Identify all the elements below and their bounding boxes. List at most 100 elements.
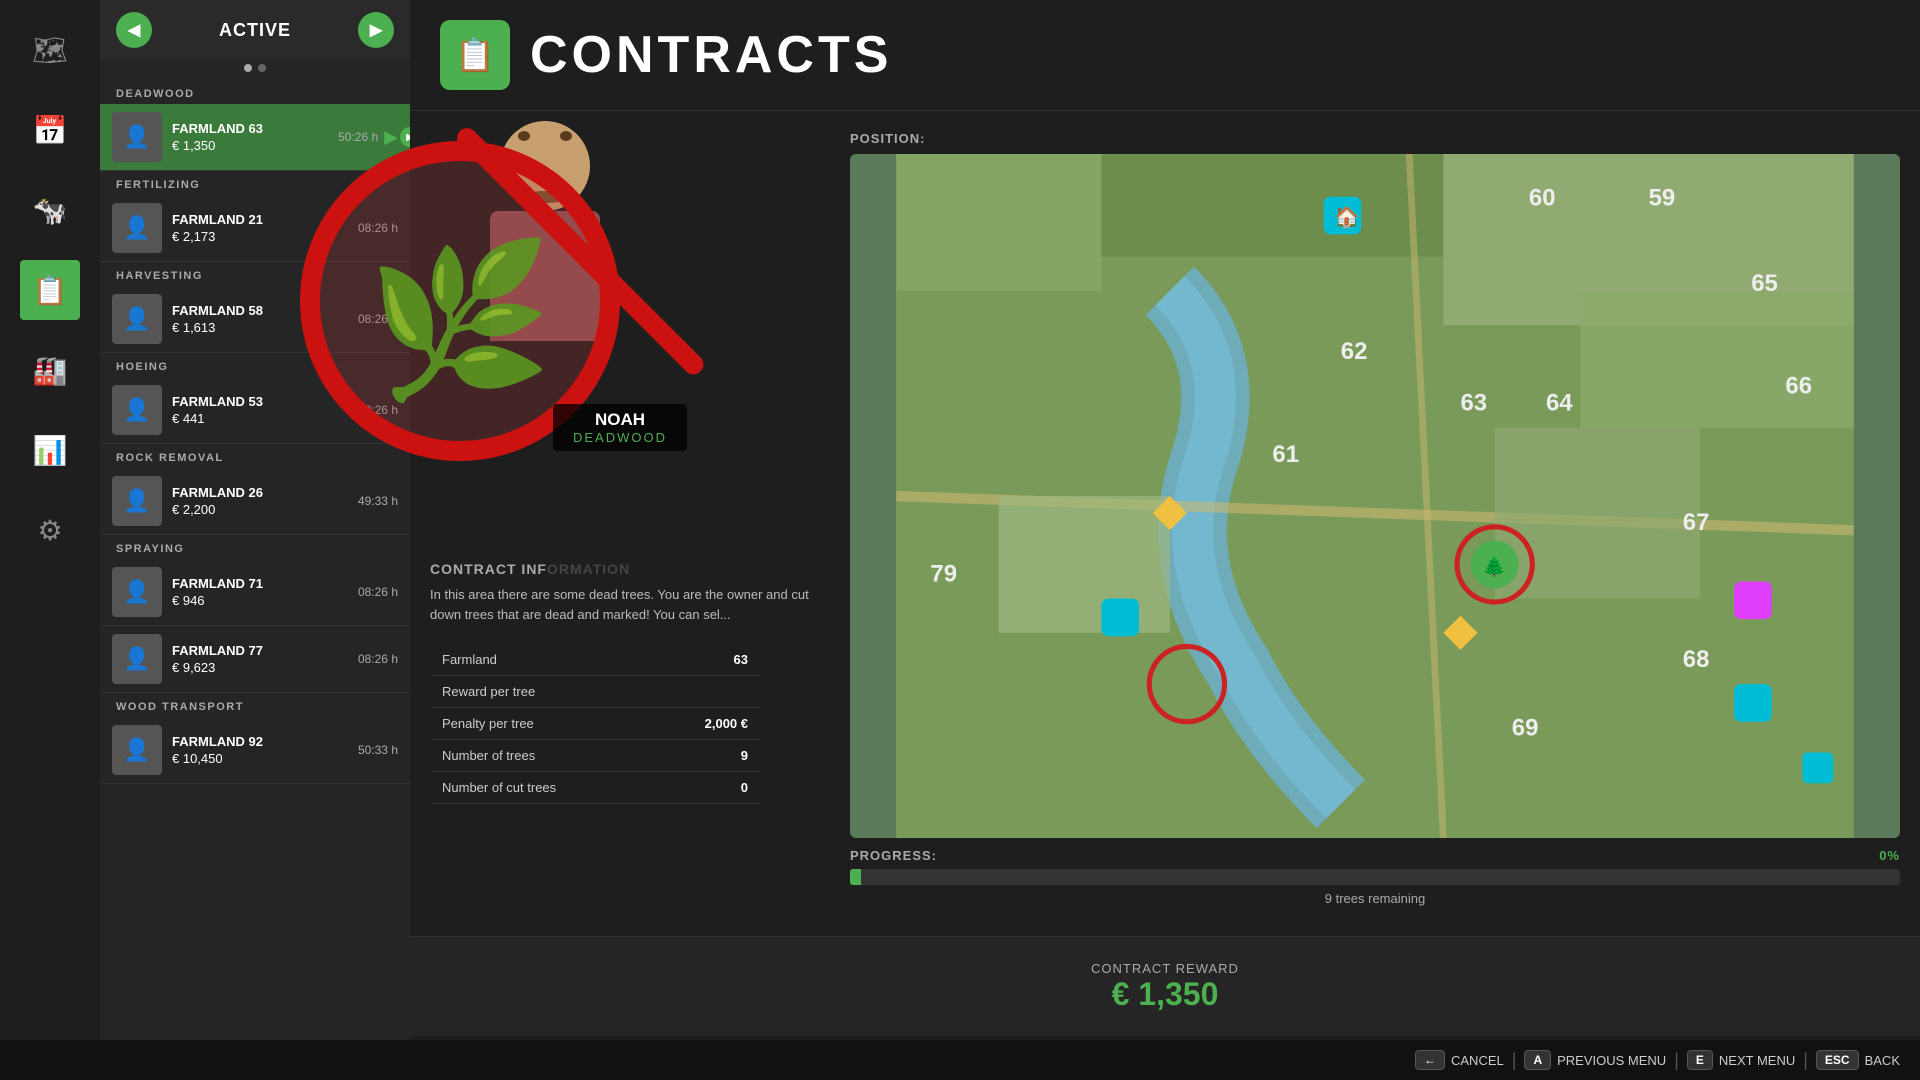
reward-label: CONTRACT REWARD bbox=[1091, 961, 1239, 976]
back-label: BACK bbox=[1865, 1053, 1900, 1068]
position-label: POSITION: bbox=[850, 131, 1900, 146]
contract-item-farmland71[interactable]: 👤 FARMLAND 71 € 946 08:26 h bbox=[100, 559, 410, 626]
svg-text:59: 59 bbox=[1649, 184, 1676, 211]
progress-label: PROGRESS: 0% bbox=[850, 848, 1900, 863]
reward-bar: CONTRACT REWARD € 1,350 bbox=[410, 936, 1920, 1036]
table-row: Reward per tree bbox=[430, 676, 760, 708]
sidebar-item-settings[interactable]: ⚙ bbox=[20, 500, 80, 560]
bottom-bar: ← CANCEL | A PREVIOUS MENU | E NEXT MENU… bbox=[0, 1040, 1920, 1080]
sidebar-item-animals[interactable]: 🐄 bbox=[20, 180, 80, 240]
progress-percent: 0% bbox=[1879, 848, 1900, 863]
contract-info-farmland92: FARMLAND 92 € 10,450 bbox=[172, 734, 358, 766]
detail-table: Farmland 63 Reward per tree Penalty per … bbox=[430, 644, 760, 804]
avatar-farmland26: 👤 bbox=[112, 476, 162, 526]
section-spraying: SPRAYING bbox=[100, 535, 410, 559]
contract-item-farmland92[interactable]: 👤 FARMLAND 92 € 10,450 50:33 h bbox=[100, 717, 410, 784]
panel-title: ACTIVE bbox=[219, 20, 291, 41]
svg-text:🏠: 🏠 bbox=[1334, 206, 1360, 229]
svg-text:62: 62 bbox=[1341, 338, 1368, 365]
esc-badge[interactable]: ESC bbox=[1816, 1050, 1859, 1070]
svg-text:65: 65 bbox=[1751, 270, 1778, 297]
contract-name: FARMLAND 77 bbox=[172, 643, 358, 658]
main-area: 📋 CONTRACTS bbox=[410, 0, 1920, 1040]
detail-value: 63 bbox=[652, 644, 760, 676]
sidebar-item-factory[interactable]: 🏭 bbox=[20, 340, 80, 400]
reward-amount: € 1,350 bbox=[1112, 976, 1219, 1013]
cancel-key-badge[interactable]: ← bbox=[1415, 1050, 1445, 1070]
avatar-farmland92: 👤 bbox=[112, 725, 162, 775]
cancel-key-label: CANCEL bbox=[1451, 1053, 1504, 1068]
contract-time: 50:33 h bbox=[358, 743, 398, 757]
separator: | bbox=[1803, 1050, 1808, 1071]
contract-item-farmland77[interactable]: 👤 FARMLAND 77 € 9,623 08:26 h bbox=[100, 626, 410, 693]
map-section: POSITION: bbox=[830, 111, 1920, 936]
svg-text:68: 68 bbox=[1683, 646, 1710, 673]
next-menu-key: E NEXT MENU bbox=[1687, 1050, 1795, 1070]
detail-label: Reward per tree bbox=[430, 676, 652, 708]
detail-label: Number of cut trees bbox=[430, 772, 652, 804]
next-menu-badge[interactable]: E bbox=[1687, 1050, 1713, 1070]
contract-name: FARMLAND 92 bbox=[172, 734, 358, 749]
separator: | bbox=[1674, 1050, 1679, 1071]
cancel-key: ← CANCEL bbox=[1415, 1050, 1504, 1070]
nav-left-button[interactable]: ◀ bbox=[116, 12, 152, 48]
section-wood-transport: WOOD TRANSPORT bbox=[100, 693, 410, 717]
svg-text:61: 61 bbox=[1272, 441, 1299, 468]
contracts-title: CONTRACTS bbox=[530, 25, 892, 85]
contract-time: 08:26 h bbox=[358, 585, 398, 599]
nav-right-button[interactable]: ▶ bbox=[358, 12, 394, 48]
contract-reward: € 946 bbox=[172, 593, 358, 608]
avatar-farmland71: 👤 bbox=[112, 567, 162, 617]
contract-info-farmland77: FARMLAND 77 € 9,623 bbox=[172, 643, 358, 675]
table-row: Number of cut trees 0 bbox=[430, 772, 760, 804]
progress-bar-fill bbox=[850, 869, 861, 885]
sidebar-item-calendar[interactable]: 📅 bbox=[20, 100, 80, 160]
contract-reward: € 9,623 bbox=[172, 660, 358, 675]
svg-text:🌲: 🌲 bbox=[1483, 555, 1506, 578]
detail-label: Farmland bbox=[430, 644, 652, 676]
detail-value: 2,000 € bbox=[652, 708, 760, 740]
person-area: 🌿 NOAH DEADWOOD CONTRACT INFORMATION In … bbox=[410, 111, 830, 936]
progress-bar-background bbox=[850, 869, 1900, 885]
page-dots bbox=[100, 60, 410, 80]
contract-info-farmland71: FARMLAND 71 € 946 bbox=[172, 576, 358, 608]
dot-2 bbox=[258, 64, 266, 72]
person-name-tag: NOAH DEADWOOD bbox=[553, 404, 687, 451]
map-svg: 59 60 61 62 63 64 65 66 67 68 69 79 🏠 bbox=[850, 154, 1900, 838]
svg-text:63: 63 bbox=[1461, 390, 1488, 417]
contract-info-box: CONTRACT INFORMATION In this area there … bbox=[410, 561, 830, 804]
detail-label: Penalty per tree bbox=[430, 708, 652, 740]
next-menu-label: NEXT MENU bbox=[1719, 1053, 1795, 1068]
person-name: NOAH bbox=[573, 410, 667, 430]
contract-time: 08:26 h bbox=[358, 652, 398, 666]
person-subtitle: DEADWOOD bbox=[573, 430, 667, 445]
contract-name: FARMLAND 63 bbox=[172, 121, 338, 136]
section-deadwood: DEADWOOD bbox=[100, 80, 410, 104]
table-row: Number of trees 9 bbox=[430, 740, 760, 772]
svg-text:64: 64 bbox=[1546, 390, 1573, 417]
detail-label: Number of trees bbox=[430, 740, 652, 772]
sidebar-item-map[interactable]: 🗺 bbox=[20, 20, 80, 80]
contract-info-farmland26: FARMLAND 26 € 2,200 bbox=[172, 485, 358, 517]
map-container: 59 60 61 62 63 64 65 66 67 68 69 79 🏠 bbox=[850, 154, 1900, 838]
sidebar-item-stats[interactable]: 📊 bbox=[20, 420, 80, 480]
sidebar-item-contracts[interactable]: 📋 bbox=[20, 260, 80, 320]
avatar-farmland63: 👤 bbox=[112, 112, 162, 162]
contract-time: 49:33 h bbox=[358, 494, 398, 508]
contract-item-farmland26[interactable]: 👤 FARMLAND 26 € 2,200 49:33 h bbox=[100, 468, 410, 535]
progress-remaining-text: 9 trees remaining bbox=[850, 891, 1900, 906]
contract-reward: € 10,450 bbox=[172, 751, 358, 766]
info-text: In this area there are some dead trees. … bbox=[430, 585, 810, 624]
prev-menu-label: PREVIOUS MENU bbox=[1557, 1053, 1666, 1068]
avatar-farmland53: 👤 bbox=[112, 385, 162, 435]
panel-header: ◀ ACTIVE ▶ bbox=[100, 0, 410, 60]
table-row: Penalty per tree 2,000 € bbox=[430, 708, 760, 740]
prev-menu-badge[interactable]: A bbox=[1524, 1050, 1551, 1070]
prev-menu-key: A PREVIOUS MENU bbox=[1524, 1050, 1666, 1070]
contract-name: FARMLAND 71 bbox=[172, 576, 358, 591]
dot-1 bbox=[244, 64, 252, 72]
contracts-header-icon: 📋 bbox=[440, 20, 510, 90]
separator: | bbox=[1512, 1050, 1517, 1071]
content-area: 🌿 NOAH DEADWOOD CONTRACT INFORMATION In … bbox=[410, 111, 1920, 936]
avatar-farmland77: 👤 bbox=[112, 634, 162, 684]
